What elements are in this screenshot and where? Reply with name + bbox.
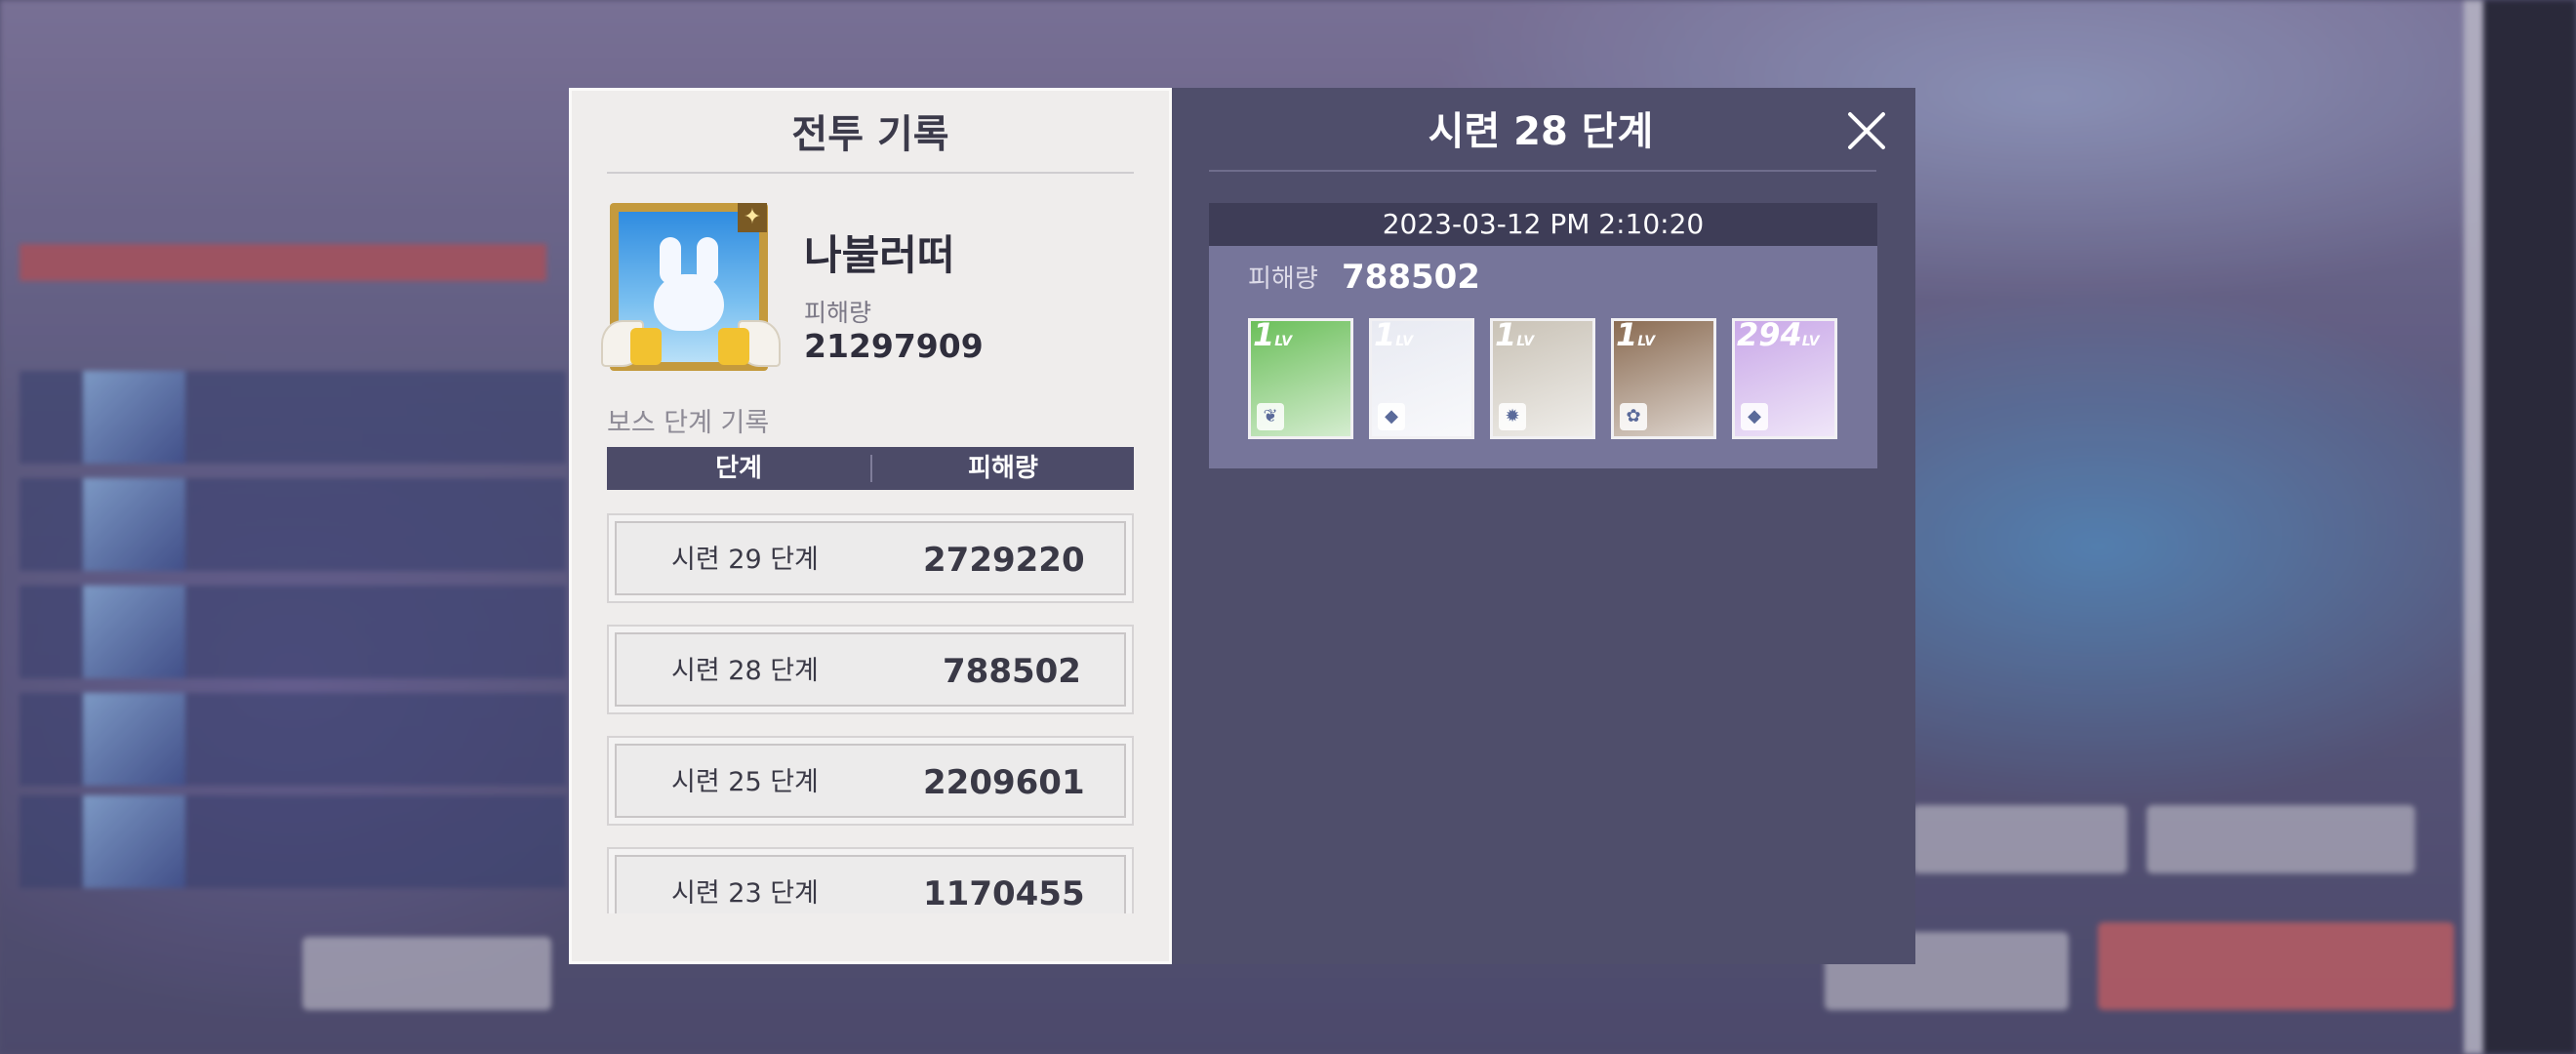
level-suffix: LV — [1637, 334, 1656, 349]
paw-icon: ✿ — [1620, 403, 1647, 430]
party-member-level: 1LV — [1495, 318, 1535, 359]
battle-record-panel: 전투 기록 ✦ 나불러떠 피해량 21297909 보스 단계 기록 단계 피해… — [569, 88, 1172, 964]
record-table-header: 단계 피해량 — [607, 447, 1134, 490]
party-member-portrait[interactable]: 1LV ❦ — [1248, 318, 1353, 439]
record-datetime: 2023-03-12 PM 2:10:20 — [1209, 203, 1877, 246]
boss-record-label: 보스 단계 기록 — [607, 408, 770, 438]
total-damage-label: 피해량 — [804, 299, 872, 327]
stage-detail-panel: 시련 28 단계 2023-03-12 PM 2:10:20 피해량 78850… — [1172, 88, 1915, 964]
party-member-level: 1LV — [1374, 318, 1414, 359]
record-body: 피해량 788502 1LV ❦ 1LV ◆ 1LV ✹ 1LV ✿ 294LV ◆ — [1209, 246, 1877, 468]
level-suffix: LV — [1516, 334, 1535, 349]
flame-icon: ✹ — [1499, 403, 1526, 430]
level-number: 1 — [1253, 318, 1275, 353]
party-member-level: 1LV — [1253, 318, 1293, 359]
record-damage: 1170455 — [923, 874, 1085, 913]
level-number: 1 — [1495, 318, 1517, 353]
bunny-icon — [650, 237, 728, 335]
player-avatar[interactable]: ✦ — [601, 203, 781, 379]
record-stage: 시련 23 단계 — [671, 878, 819, 909]
thumbs-up-icon — [630, 328, 662, 365]
diamond-icon: ◆ — [1741, 403, 1768, 430]
title-divider — [607, 172, 1134, 174]
battle-record-card: 2023-03-12 PM 2:10:20 피해량 788502 1LV ❦ 1LV… — [1209, 203, 1877, 468]
level-number: 1 — [1616, 318, 1638, 353]
star-icon: ✦ — [738, 203, 767, 232]
title-divider — [1209, 170, 1876, 172]
header-damage: 피해량 — [968, 454, 1038, 483]
stage-title: 시련 28 단계 — [1428, 109, 1654, 154]
level-suffix: LV — [1274, 334, 1293, 349]
diamond-icon: ◆ — [1378, 403, 1405, 430]
level-suffix: LV — [1801, 334, 1820, 349]
close-icon[interactable] — [1841, 105, 1892, 156]
party-member-level: 294LV — [1737, 318, 1820, 359]
record-damage-value: 788502 — [1342, 258, 1480, 297]
leaf-icon: ❦ — [1257, 403, 1284, 430]
record-stage: 시련 28 단계 — [671, 656, 819, 686]
party-member-portrait[interactable]: 294LV ◆ — [1732, 318, 1837, 439]
record-damage-label: 피해량 — [1248, 264, 1318, 294]
record-row[interactable]: 시련 28 단계 788502 — [607, 625, 1134, 714]
record-row[interactable]: 시련 23 단계 1170455 — [607, 847, 1134, 913]
record-damage: 2729220 — [923, 541, 1085, 580]
level-number: 294 — [1737, 318, 1802, 353]
total-damage-value: 21297909 — [804, 327, 984, 365]
record-row[interactable]: 시련 25 단계 2209601 — [607, 736, 1134, 826]
level-suffix: LV — [1395, 334, 1414, 349]
party-member-portrait[interactable]: 1LV ✹ — [1490, 318, 1595, 439]
record-damage: 788502 — [943, 652, 1081, 691]
party-member-portrait[interactable]: 1LV ◆ — [1369, 318, 1474, 439]
player-name: 나불러떠 — [804, 231, 955, 279]
record-stage: 시련 29 단계 — [671, 545, 819, 575]
record-damage: 2209601 — [923, 763, 1085, 802]
party-member-level: 1LV — [1616, 318, 1656, 359]
record-row[interactable]: 시련 29 단계 2729220 — [607, 513, 1134, 603]
level-number: 1 — [1374, 318, 1396, 353]
party-member-portrait[interactable]: 1LV ✿ — [1611, 318, 1716, 439]
header-stage: 단계 — [715, 454, 762, 483]
record-stage: 시련 25 단계 — [671, 767, 819, 797]
thumbs-up-icon — [718, 328, 749, 365]
record-list[interactable]: 시련 29 단계 2729220 시련 28 단계 788502 시련 25 단… — [607, 513, 1134, 913]
panel-title: 전투 기록 — [791, 112, 949, 157]
